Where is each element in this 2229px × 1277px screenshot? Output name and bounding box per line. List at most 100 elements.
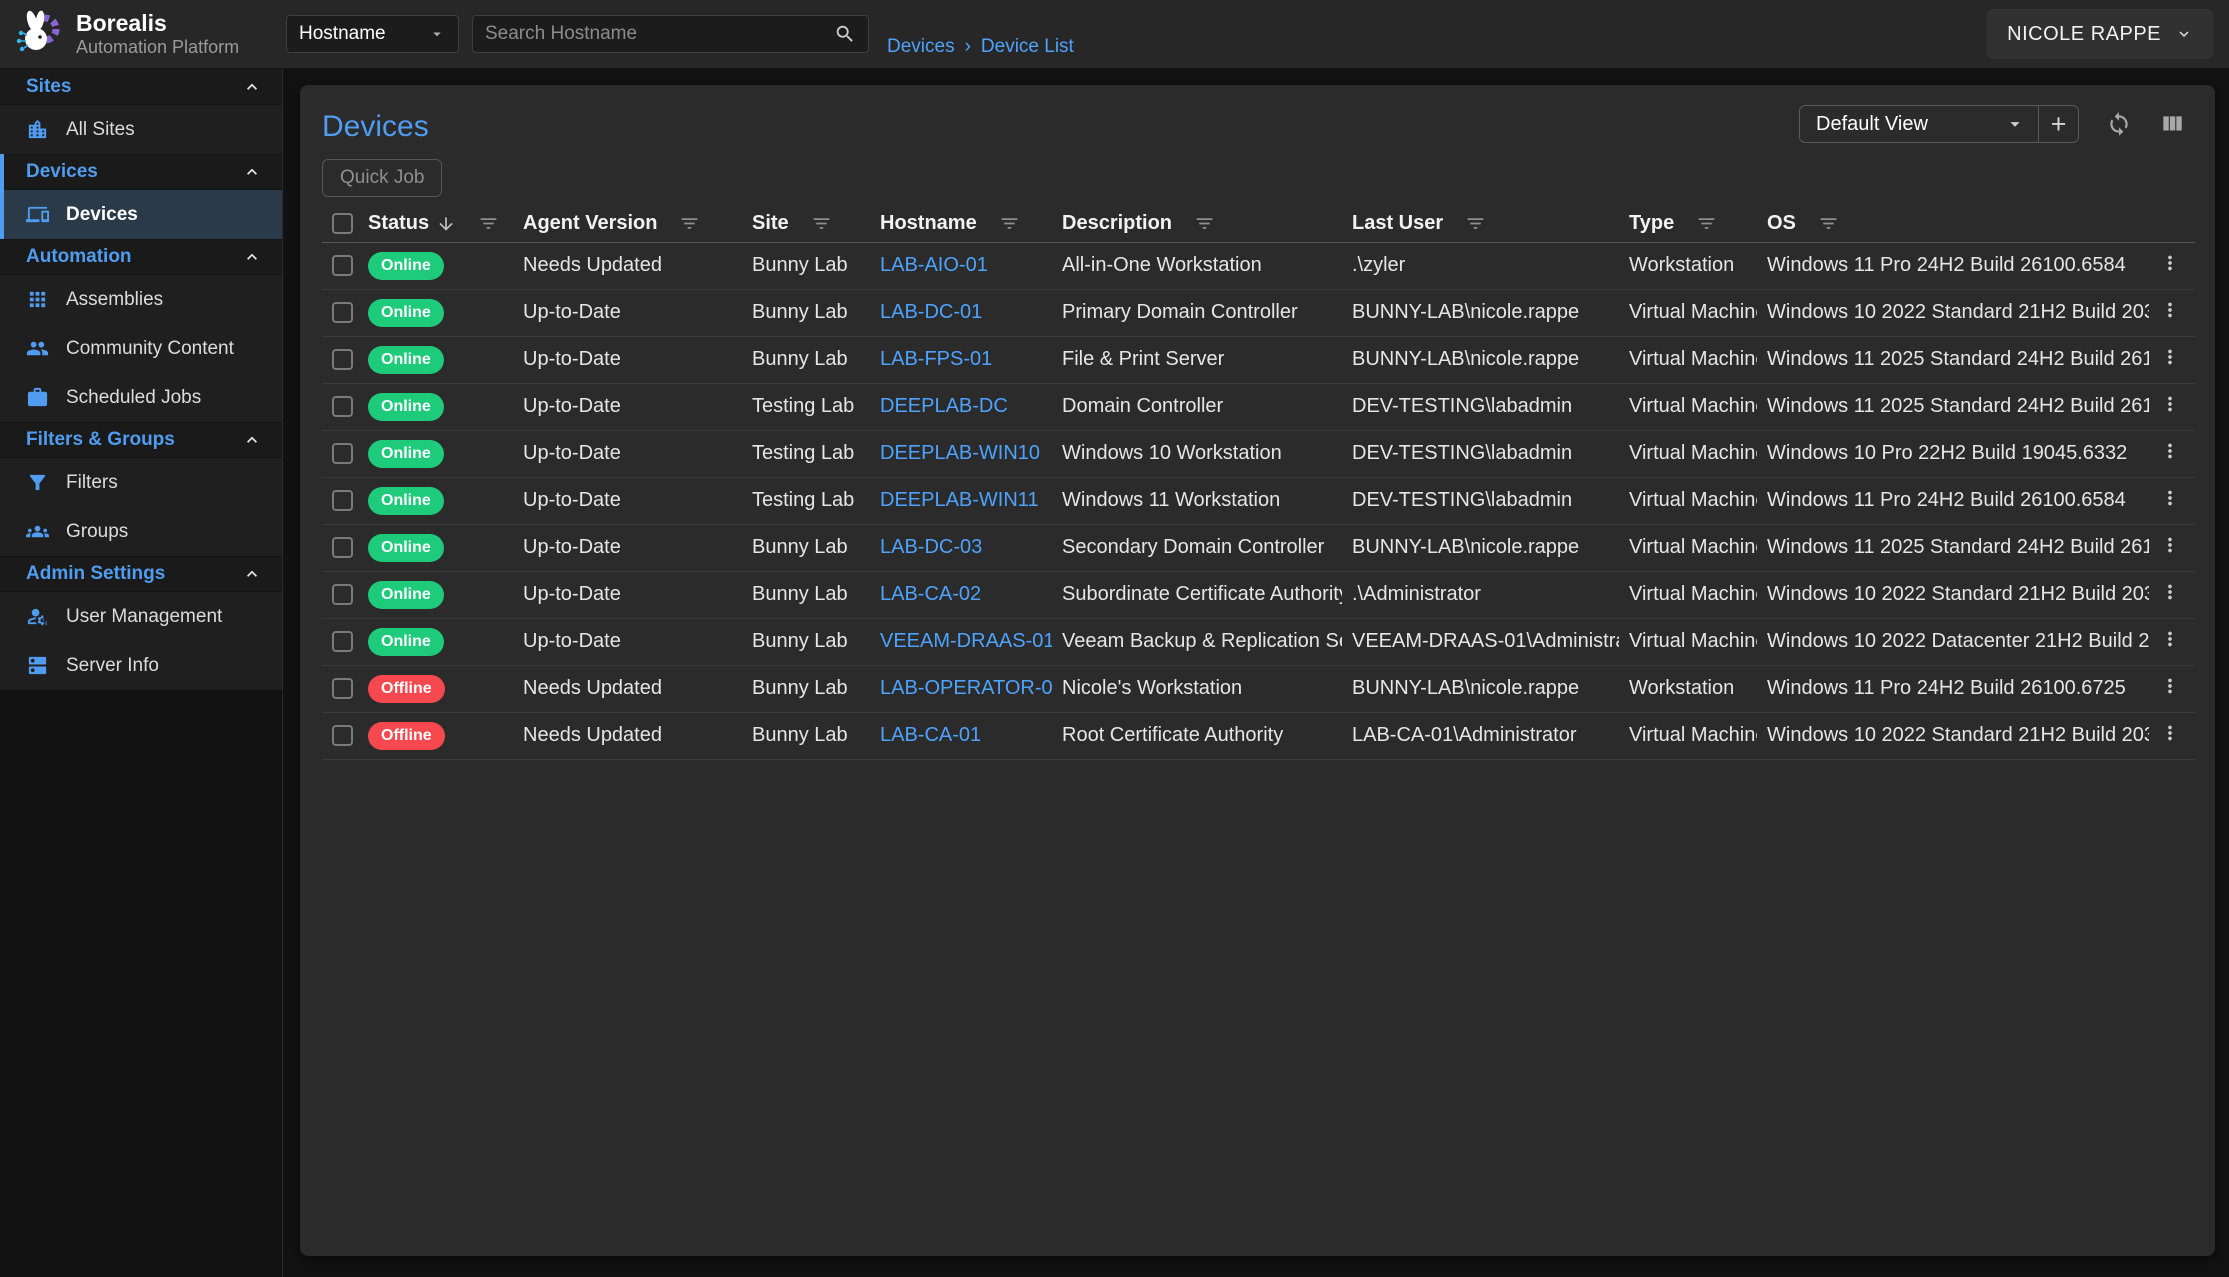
actions-cell xyxy=(2149,618,2195,665)
row-menu-button[interactable] xyxy=(2159,581,2181,603)
row-checkbox[interactable] xyxy=(332,443,353,464)
row-menu-button[interactable] xyxy=(2159,675,2181,697)
row-checkbox[interactable] xyxy=(332,349,353,370)
breadcrumb-devices[interactable]: Devices xyxy=(887,36,955,58)
sidebar-item-server-info[interactable]: Server Info xyxy=(0,641,282,690)
filter-icon[interactable] xyxy=(1818,213,1839,234)
section-header-filters-groups[interactable]: Filters & Groups xyxy=(0,422,282,458)
row-checkbox[interactable] xyxy=(332,255,353,276)
row-checkbox[interactable] xyxy=(332,490,353,511)
filter-icon[interactable] xyxy=(999,213,1020,234)
row-checkbox[interactable] xyxy=(332,537,353,558)
row-checkbox[interactable] xyxy=(332,302,353,323)
column-header-hostname[interactable]: Hostname xyxy=(870,206,1052,242)
hostname-link[interactable]: LAB-CA-01 xyxy=(880,724,981,746)
hostname-link[interactable]: LAB-DC-01 xyxy=(880,301,982,323)
section-header-sites[interactable]: Sites xyxy=(0,69,282,105)
devices-panel: Devices Quick Job Default View + xyxy=(300,85,2215,1256)
search-input[interactable] xyxy=(485,23,834,45)
top-bar: Borealis Automation Platform Hostname De… xyxy=(0,0,2229,69)
select-cell xyxy=(322,712,358,759)
os-cell: Windows 10 2022 Standard 21H2 Build 2034… xyxy=(1757,289,2149,336)
sidebar-item-user-management[interactable]: User Management xyxy=(0,592,282,641)
select-cell xyxy=(322,571,358,618)
hostname-link[interactable]: LAB-FPS-01 xyxy=(880,348,992,370)
column-header-os[interactable]: OS xyxy=(1757,206,2149,242)
brand-name: Borealis xyxy=(76,10,239,36)
column-header-description[interactable]: Description xyxy=(1052,206,1342,242)
view-controls: Default View + xyxy=(1799,105,2185,143)
row-menu-button[interactable] xyxy=(2159,346,2181,368)
column-header-site[interactable]: Site xyxy=(742,206,870,242)
add-view-button[interactable]: + xyxy=(2038,106,2078,142)
row-menu-button[interactable] xyxy=(2159,487,2181,509)
status-cell: Online xyxy=(358,383,513,430)
sidebar-item-label: Server Info xyxy=(66,655,159,677)
actions-cell xyxy=(2149,289,2195,336)
hostname-link[interactable]: LAB-OPERATOR-01 xyxy=(880,677,1052,699)
description-cell: Root Certificate Authority xyxy=(1052,712,1342,759)
hostname-link[interactable]: VEEAM-DRAAS-01 xyxy=(880,630,1052,652)
filter-icon[interactable] xyxy=(1696,213,1717,234)
breadcrumb-device-list[interactable]: Device List xyxy=(981,36,1074,58)
select-all-checkbox[interactable] xyxy=(332,213,353,234)
site-cell: Testing Lab xyxy=(742,477,870,524)
filter-icon[interactable] xyxy=(478,213,499,234)
columns-icon[interactable] xyxy=(2159,111,2185,137)
site-cell: Bunny Lab xyxy=(742,289,870,336)
hostname-link[interactable]: DEEPLAB-DC xyxy=(880,395,1008,417)
column-header-last_user[interactable]: Last User xyxy=(1342,206,1619,242)
sidebar-item-devices[interactable]: Devices xyxy=(4,190,282,239)
last-user-cell: .\zyler xyxy=(1342,242,1619,289)
sidebar-item-groups[interactable]: Groups xyxy=(0,507,282,556)
search-field-select[interactable]: Hostname xyxy=(286,15,459,53)
sidebar-item-community-content[interactable]: Community Content xyxy=(0,324,282,373)
section-header-devices[interactable]: Devices xyxy=(4,154,282,190)
section-header-automation[interactable]: Automation xyxy=(0,239,282,275)
view-select[interactable]: Default View xyxy=(1800,106,2038,142)
hostname-link[interactable]: LAB-DC-03 xyxy=(880,536,982,558)
row-menu-button[interactable] xyxy=(2159,628,2181,650)
row-menu-button[interactable] xyxy=(2159,534,2181,556)
row-menu-button[interactable] xyxy=(2159,299,2181,321)
row-menu-button[interactable] xyxy=(2159,440,2181,462)
sidebar-item-filters[interactable]: Filters xyxy=(0,458,282,507)
row-checkbox[interactable] xyxy=(332,725,353,746)
sidebar-item-all-sites[interactable]: All Sites xyxy=(0,105,282,154)
row-menu-button[interactable] xyxy=(2159,393,2181,415)
hostname-link[interactable]: DEEPLAB-WIN10 xyxy=(880,442,1040,464)
row-menu-button[interactable] xyxy=(2159,722,2181,744)
select-cell xyxy=(322,524,358,571)
status-cell: Offline xyxy=(358,665,513,712)
status-badge: Online xyxy=(368,299,444,327)
user-menu-button[interactable]: NICOLE RAPPE xyxy=(1987,9,2213,59)
quick-job-button[interactable]: Quick Job xyxy=(322,159,442,197)
sort-desc-icon[interactable] xyxy=(436,214,456,234)
filter-icon[interactable] xyxy=(1194,213,1215,234)
os-cell: Windows 10 Pro 22H2 Build 19045.6332 xyxy=(1757,430,2149,477)
column-header-status[interactable]: Status xyxy=(358,206,513,242)
row-checkbox[interactable] xyxy=(332,678,353,699)
row-checkbox[interactable] xyxy=(332,584,353,605)
section-header-admin-settings[interactable]: Admin Settings xyxy=(0,556,282,592)
column-header-agent[interactable]: Agent Version xyxy=(513,206,742,242)
search-icon[interactable] xyxy=(834,23,856,45)
row-checkbox[interactable] xyxy=(332,396,353,417)
sidebar-item-scheduled-jobs[interactable]: Scheduled Jobs xyxy=(0,373,282,422)
row-checkbox[interactable] xyxy=(332,631,353,652)
row-menu-button[interactable] xyxy=(2159,252,2181,274)
sidebar-item-assemblies[interactable]: Assemblies xyxy=(0,275,282,324)
status-cell: Online xyxy=(358,618,513,665)
refresh-icon[interactable] xyxy=(2106,111,2132,137)
filter-icon[interactable] xyxy=(679,213,700,234)
hostname-link[interactable]: DEEPLAB-WIN11 xyxy=(880,489,1039,511)
borealis-rabbit-logo-icon xyxy=(12,8,64,60)
filter-icon[interactable] xyxy=(1465,213,1486,234)
description-cell: Primary Domain Controller xyxy=(1052,289,1342,336)
type-cell: Virtual Machine xyxy=(1619,383,1757,430)
hostname-link[interactable]: LAB-CA-02 xyxy=(880,583,981,605)
filter-icon[interactable] xyxy=(811,213,832,234)
column-header-type[interactable]: Type xyxy=(1619,206,1757,242)
hostname-link[interactable]: LAB-AIO-01 xyxy=(880,254,988,276)
select-cell xyxy=(322,383,358,430)
